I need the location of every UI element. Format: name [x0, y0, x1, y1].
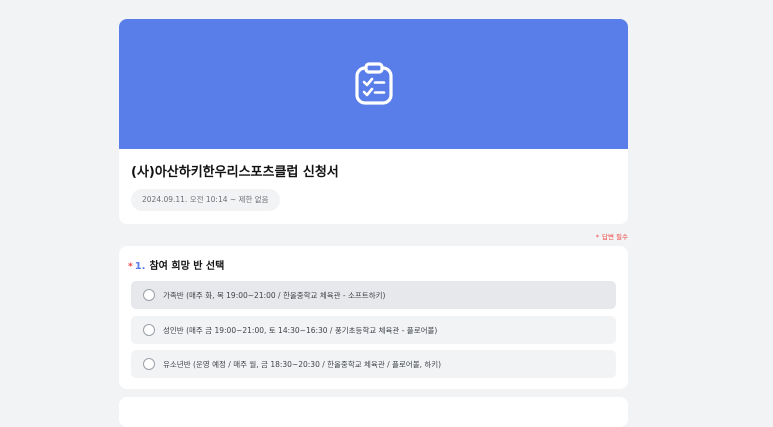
required-answer-note: * 답변 필수	[596, 231, 628, 241]
clipboard-checklist-icon	[354, 62, 393, 105]
radio-circle-icon[interactable]	[143, 324, 155, 336]
required-star-icon: *	[595, 233, 599, 241]
form-banner	[119, 19, 628, 149]
option-label: 가족반 (매주 화, 목 19:00~21:00 / 한올중학교 체육관 - 소…	[163, 290, 386, 300]
question-header: * 1. 참여 희망 반 선택	[128, 257, 224, 272]
question-title: 참여 희망 반 선택	[149, 261, 225, 272]
date-range-badge: 2024.09.11. 오전 10:14 ~ 제한 없음	[131, 189, 280, 211]
radio-option-family[interactable]: 가족반 (매주 화, 목 19:00~21:00 / 한올중학교 체육관 - 소…	[131, 281, 616, 309]
form-header-card: (사)아산하키한우리스포츠클럽 신청서 2024.09.11. 오전 10:14…	[119, 19, 628, 224]
option-label: 성인반 (매주 금 19:00~21:00, 토 14:30~16:30 / 풍…	[163, 325, 438, 335]
next-question-card	[119, 397, 628, 427]
radio-option-adult[interactable]: 성인반 (매주 금 19:00~21:00, 토 14:30~16:30 / 풍…	[131, 316, 616, 344]
question-required-mark: *	[128, 262, 133, 272]
required-note-label: 답변 필수	[602, 233, 628, 241]
form-title: (사)아산하키한우리스포츠클럽 신청서	[131, 165, 339, 180]
radio-option-youth[interactable]: 유소년반 (운영 예정 / 매주 월, 금 18:30~20:30 / 한올중학…	[131, 350, 616, 378]
question-card: * 1. 참여 희망 반 선택 가족반 (매주 화, 목 19:00~21:00…	[119, 246, 628, 389]
option-label: 유소년반 (운영 예정 / 매주 월, 금 18:30~20:30 / 한올중학…	[163, 359, 442, 369]
radio-circle-icon[interactable]	[143, 358, 155, 370]
question-number: 1.	[134, 261, 146, 272]
radio-circle-icon[interactable]	[143, 289, 155, 301]
